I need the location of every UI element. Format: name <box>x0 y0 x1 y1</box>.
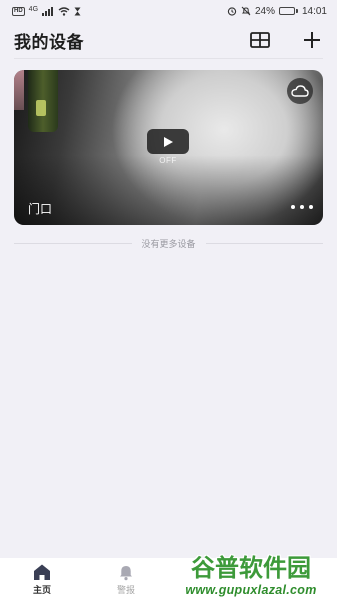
header-actions <box>249 29 323 51</box>
grid-view-icon <box>250 32 270 48</box>
page-title: 我的设备 <box>14 32 84 53</box>
clock: 14:01 <box>301 5 327 17</box>
play-icon <box>164 136 173 147</box>
watermark-url: www.gupuxlazal.com <box>185 582 317 597</box>
watermark-name: 谷普软件园 <box>191 553 311 582</box>
network-type: 4G <box>28 5 39 13</box>
divider-left <box>14 242 132 244</box>
device-name: 门口 <box>28 202 53 216</box>
list-end-text: 没有更多设备 <box>141 239 196 250</box>
list-end-indicator: 没有更多设备 <box>14 236 324 250</box>
signal-icon <box>42 6 54 16</box>
watermark-logo: 谷普软件园 www.gupuxlazal.com <box>166 546 336 598</box>
mute-icon <box>241 6 251 16</box>
wifi-icon <box>58 6 70 16</box>
nav-item-home[interactable]: 主页 <box>0 563 84 596</box>
home-icon <box>34 564 50 580</box>
card-shade <box>14 155 323 225</box>
status-left: HD 4G <box>12 5 81 16</box>
add-device-button[interactable] <box>301 29 323 51</box>
nav-label-home: 主页 <box>32 586 51 596</box>
divider-right <box>205 242 324 244</box>
header: 我的设备 <box>0 22 337 58</box>
more-options-button[interactable] <box>291 200 313 214</box>
play-button[interactable] <box>147 129 189 154</box>
header-divider <box>14 58 323 59</box>
camera-preview-object <box>28 70 58 132</box>
camera-status: OFF <box>159 156 177 165</box>
nav-label-alarm: 警报 <box>116 586 135 596</box>
nav-item-alarm[interactable]: 警报 <box>84 563 168 596</box>
alarm-icon <box>227 7 237 16</box>
hd-icon: HD <box>12 6 25 16</box>
bell-icon <box>120 566 132 581</box>
cloud-storage-button[interactable] <box>287 78 313 104</box>
hourglass-icon <box>74 7 81 15</box>
battery-percent: 24% <box>254 5 275 17</box>
device-card[interactable]: OFF 门口 <box>14 70 323 225</box>
camera-preview-detail <box>14 70 24 110</box>
cloud-icon <box>291 85 309 97</box>
status-right: 24% 14:01 <box>227 6 327 17</box>
status-bar: HD 4G 24% 14:01 <box>0 0 337 22</box>
grid-view-button[interactable] <box>249 29 271 51</box>
battery-icon <box>278 7 298 15</box>
more-icon <box>291 205 295 209</box>
add-icon <box>304 32 320 48</box>
